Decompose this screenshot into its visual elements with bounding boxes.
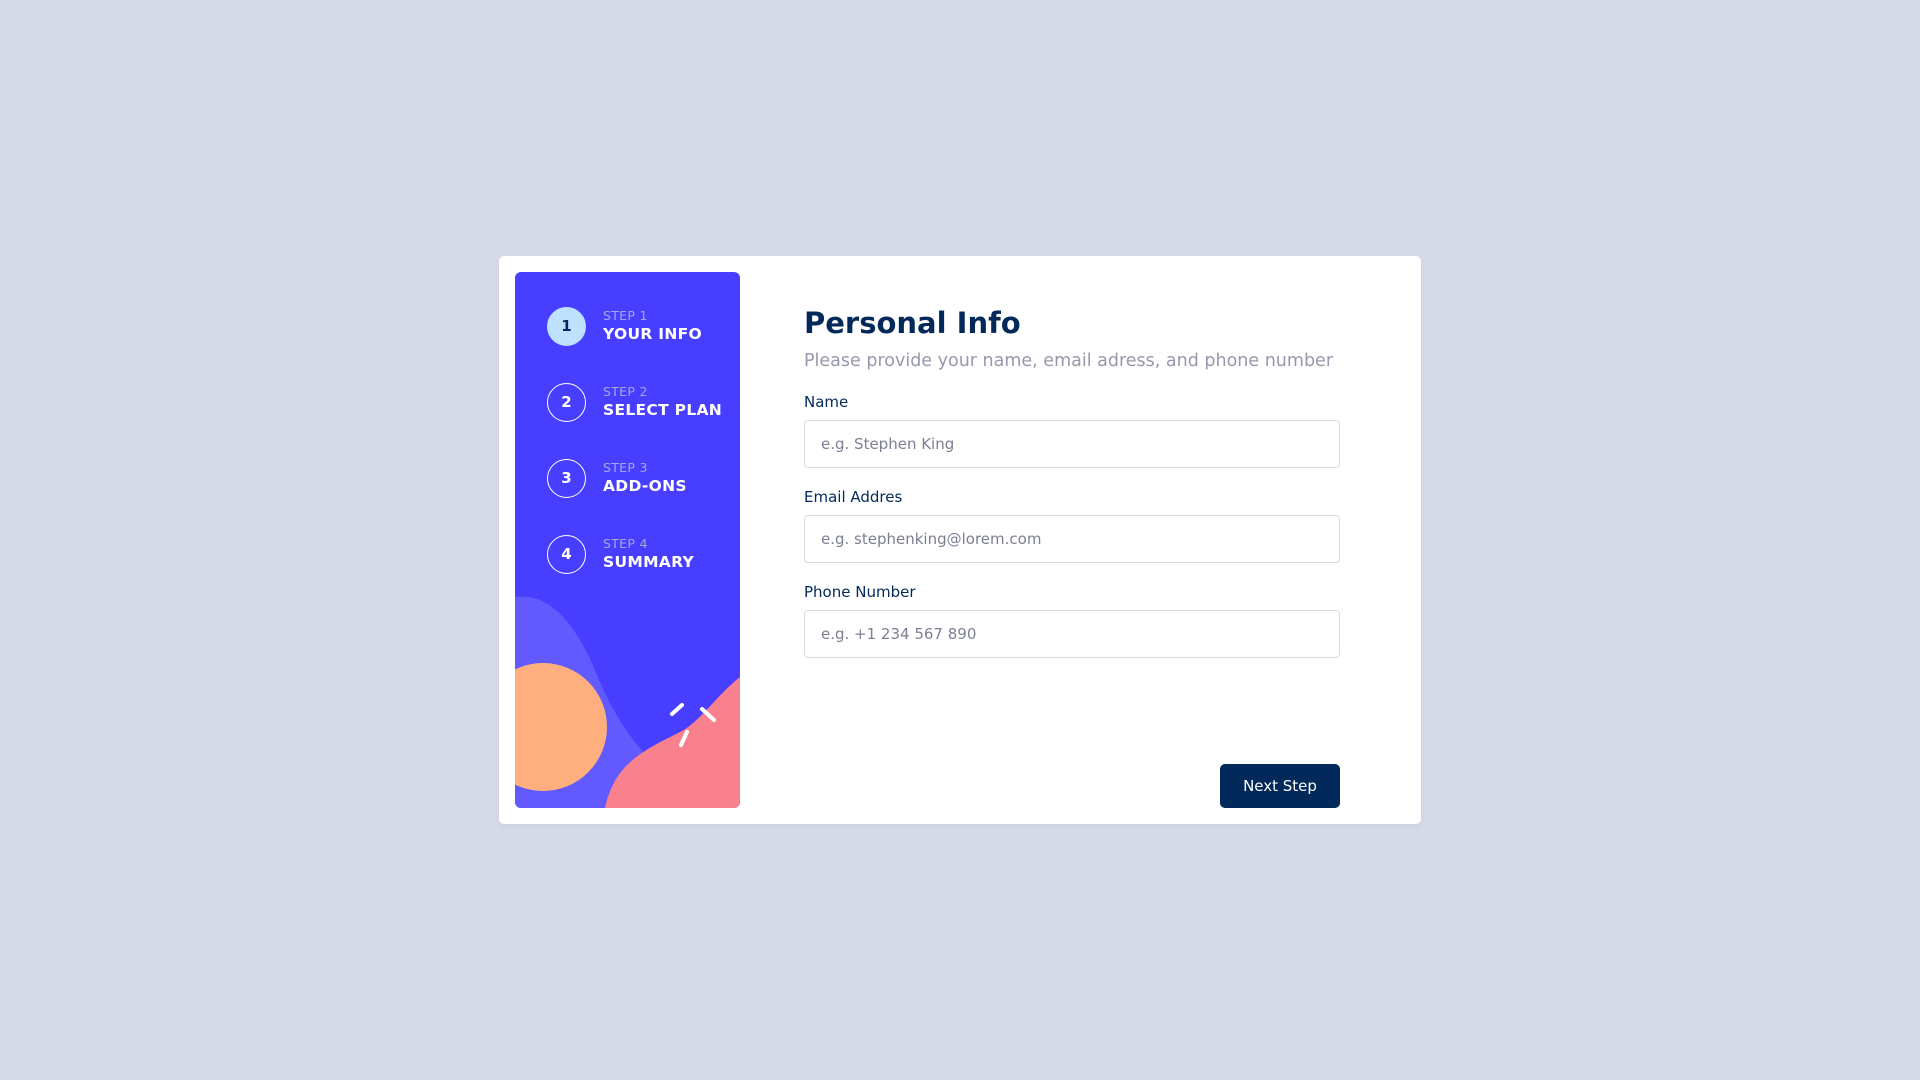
steps-sidebar: 1 STEP 1 YOUR INFO 2 STEP 2 SELECT PLAN … <box>515 272 740 808</box>
step-caption: STEP 1 <box>603 308 648 323</box>
page-subtitle: Please provide your name, email adress, … <box>804 351 1334 371</box>
personal-info-form: Personal Info Please provide your name, … <box>804 304 1340 658</box>
step-title: YOUR INFO <box>603 325 702 343</box>
page-title: Personal Info <box>804 306 1021 340</box>
step-text: STEP 3 ADD-ONS <box>603 459 687 497</box>
step-caption: STEP 3 <box>603 460 648 475</box>
name-input[interactable] <box>804 420 1340 468</box>
step-title: SUMMARY <box>603 553 695 571</box>
name-label: Name <box>804 393 849 411</box>
step-text: STEP 2 SELECT PLAN <box>603 383 722 421</box>
steps-list: 1 STEP 1 YOUR INFO 2 STEP 2 SELECT PLAN … <box>547 306 722 610</box>
step-select-plan[interactable]: 2 STEP 2 SELECT PLAN <box>547 382 722 422</box>
name-field-group: Name <box>804 393 1340 468</box>
step-caption: STEP 2 <box>603 384 648 399</box>
step-number: 4 <box>547 534 586 574</box>
step-number: 2 <box>547 382 586 422</box>
step-title: ADD-ONS <box>603 477 687 495</box>
email-field-group: Email Addres <box>804 488 1340 563</box>
form-card: 1 STEP 1 YOUR INFO 2 STEP 2 SELECT PLAN … <box>499 256 1421 824</box>
email-input[interactable] <box>804 515 1340 563</box>
phone-label: Phone Number <box>804 583 916 601</box>
phone-field-group: Phone Number <box>804 583 1340 658</box>
next-step-button[interactable]: Next Step <box>1220 764 1340 808</box>
step-title: SELECT PLAN <box>603 401 723 419</box>
phone-input[interactable] <box>804 610 1340 658</box>
step-text: STEP 1 YOUR INFO <box>603 307 702 345</box>
step-add-ons[interactable]: 3 STEP 3 ADD-ONS <box>547 458 722 498</box>
step-summary[interactable]: 4 STEP 4 SUMMARY <box>547 534 722 574</box>
step-text: STEP 4 SUMMARY <box>603 535 694 573</box>
step-your-info[interactable]: 1 STEP 1 YOUR INFO <box>547 306 722 346</box>
step-caption: STEP 4 <box>603 536 648 551</box>
step-number: 3 <box>547 458 586 498</box>
step-number: 1 <box>547 306 586 346</box>
email-label: Email Addres <box>804 488 903 506</box>
